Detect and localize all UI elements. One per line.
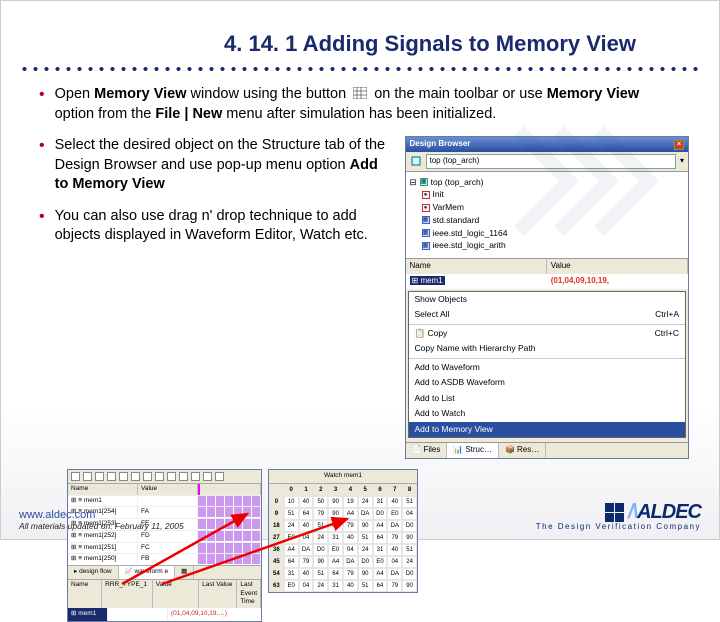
aldec-logo: /\ALDEC: [536, 501, 701, 524]
design-browser-toolbar: top (top_arch) ▾: [406, 152, 689, 172]
tab-waveform-editor[interactable]: 📈 waveform e: [119, 566, 176, 579]
memory-view-title: Watch mem1: [269, 470, 417, 484]
watch-columns: Name RRR_TYPE_1 Value Last Value Last Ev…: [68, 579, 261, 608]
logo-mark-icon: [605, 503, 624, 522]
waveform-toolbar: [68, 470, 261, 484]
chevron-down-icon[interactable]: ▾: [680, 156, 684, 167]
text: on the main toolbar or use: [370, 86, 547, 102]
tagline: The Design Verification Company: [536, 522, 701, 531]
watch-row[interactable]: ⊞ mem1 (01,04,09,10,19,…): [68, 608, 261, 621]
menu-add-memory-view[interactable]: Add to Memory View: [409, 422, 686, 437]
memory-grid: 0123456780104050901924314051951647990A4D…: [269, 484, 417, 593]
bullet-marker: •: [39, 85, 45, 124]
slide-title: 4. 14. 1 Adding Signals to Memory View: [1, 1, 719, 65]
tree-node[interactable]: std.standard: [433, 214, 480, 227]
tree-node[interactable]: ieee.std_logic_arith: [433, 239, 506, 252]
bullet-marker: •: [39, 207, 45, 246]
text: You can also use drag n' drop technique …: [55, 207, 395, 246]
menu-add-waveform[interactable]: Add to Waveform: [409, 360, 686, 375]
menu-add-watch[interactable]: Add to Watch: [409, 406, 686, 421]
bullet-open-memory-view: • Open Memory View window using the butt…: [39, 85, 689, 124]
design-browser-tabs: 📄 Files 📊 Struc… 📦 Res…: [406, 442, 689, 458]
footer-url: www.aldec.com: [19, 509, 184, 521]
object-value: (01,04,09,10,19,: [547, 274, 688, 289]
tree-node[interactable]: top (top_arch): [431, 176, 484, 189]
root-combo[interactable]: top (top_arch): [426, 154, 676, 169]
footer-updated: All materials updated on: February 11, 2…: [19, 521, 184, 531]
object-name: mem1: [420, 276, 442, 285]
column-value: Value: [138, 484, 198, 495]
tree-node[interactable]: ieee.std_logic_1164: [433, 227, 508, 240]
structure-tree[interactable]: ⊟▦top (top_arch) ●Init ●VarMem ▦std.stan…: [406, 172, 689, 259]
footer: www.aldec.com All materials updated on: …: [1, 501, 719, 531]
divider: [19, 65, 701, 73]
menu-add-list[interactable]: Add to List: [409, 391, 686, 406]
menu-add-asdb-waveform[interactable]: Add to ASDB Waveform: [409, 375, 686, 390]
object-row[interactable]: ⊞ mem1 (01,04,09,10,19,: [406, 274, 689, 289]
tab-design-flow[interactable]: ▸ design flow: [68, 566, 119, 579]
text: window using the button: [187, 86, 351, 102]
bullet-select-object: • Select the desired object on the Struc…: [39, 136, 397, 195]
object-list-header: Name Value: [406, 258, 689, 274]
context-menu: Show Objects Select AllCtrl+A 📋 CopyCtrl…: [408, 291, 687, 438]
menu-show-objects[interactable]: Show Objects: [409, 292, 686, 307]
column-value[interactable]: Value: [547, 259, 688, 274]
tree-node[interactable]: Init: [433, 188, 444, 201]
bullet-marker: •: [39, 136, 45, 195]
text: option from the: [55, 106, 156, 122]
menu-select-all[interactable]: Select AllCtrl+A: [409, 307, 686, 322]
text-bold: Memory View: [94, 86, 186, 102]
tree-node[interactable]: VarMem: [433, 201, 465, 214]
close-icon[interactable]: ×: [674, 140, 684, 150]
waveform-editor-screenshot: Name Value ⊞ ≡ mem1⊞ ≡ mem1[254]FA⊞ ≡ me…: [67, 469, 262, 622]
design-browser-panel: Design Browser × top (top_arch) ▾ ⊟▦top …: [405, 136, 690, 459]
menu-copy[interactable]: 📋 CopyCtrl+C: [409, 326, 686, 341]
design-browser-titlebar: Design Browser ×: [406, 137, 689, 152]
lower-screenshots: Name Value ⊞ ≡ mem1⊞ ≡ mem1[254]FA⊞ ≡ me…: [67, 469, 661, 622]
bullet-drag-drop: • You can also use drag n' drop techniqu…: [39, 207, 397, 246]
bottom-tabs: ▸ design flow 📈 waveform e ▦: [68, 565, 261, 579]
column-name: Name: [68, 484, 138, 495]
memory-view-toolbar-icon: [353, 86, 367, 98]
chip-icon[interactable]: [410, 155, 422, 167]
logo-text: /\ALDEC: [628, 501, 701, 524]
panel-title: Design Browser: [410, 139, 471, 150]
menu-copy-hierarchy[interactable]: Copy Name with Hierarchy Path: [409, 341, 686, 356]
tab-resources[interactable]: 📦 Res…: [499, 443, 546, 458]
text: Open: [55, 86, 95, 102]
tab-memory[interactable]: ▦: [175, 566, 194, 579]
content-area: • Open Memory View window using the butt…: [1, 85, 719, 622]
text-bold: Memory View: [547, 86, 639, 102]
text: Select the desired object on the Structu…: [55, 137, 385, 173]
memory-view-screenshot: Watch mem1 01234567801040509019243140519…: [268, 469, 418, 594]
text: menu after simulation has been initializ…: [222, 106, 496, 122]
tab-structure[interactable]: 📊 Struc…: [447, 443, 499, 458]
column-name[interactable]: Name: [406, 259, 547, 274]
tab-files[interactable]: 📄 Files: [406, 443, 448, 458]
text-bold: File | New: [155, 106, 222, 122]
